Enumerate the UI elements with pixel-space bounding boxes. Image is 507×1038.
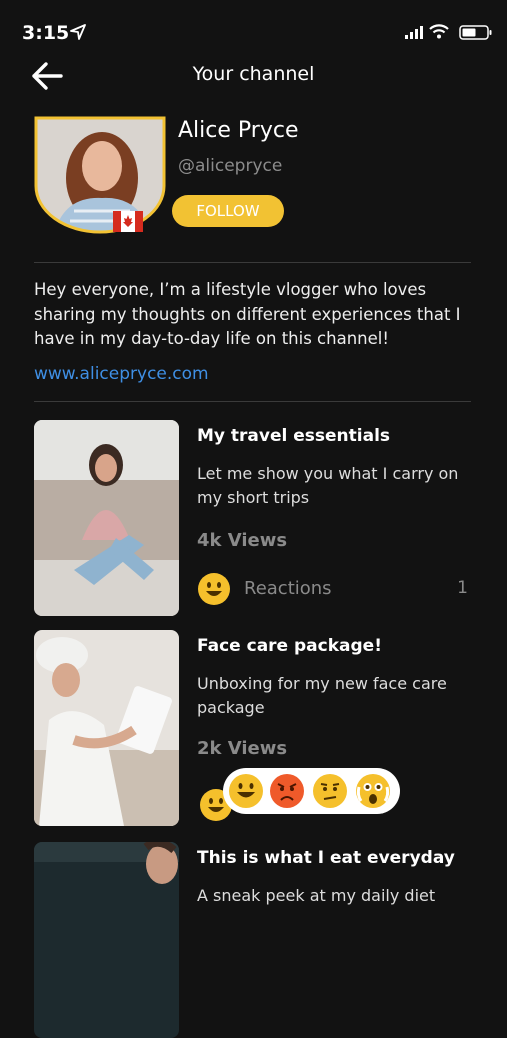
angry-emoji-icon[interactable] bbox=[269, 773, 305, 809]
video-description: Unboxing for my new face care package bbox=[197, 674, 447, 717]
divider bbox=[34, 262, 471, 263]
video-description: Let me show you what I carry on my short… bbox=[197, 464, 459, 507]
video-card[interactable]: My travel essentials Let me show you wha… bbox=[34, 420, 474, 616]
status-bar: 3:15 bbox=[0, 0, 507, 60]
website-link[interactable]: www.alicepryce.com bbox=[34, 364, 209, 384]
shocked-emoji-icon[interactable] bbox=[355, 773, 391, 809]
reactions-label[interactable]: Reactions bbox=[244, 578, 332, 599]
location-arrow-icon bbox=[70, 24, 86, 40]
divider bbox=[34, 401, 471, 402]
page-title: Your channel bbox=[192, 63, 315, 85]
confused-emoji-icon[interactable] bbox=[312, 773, 348, 809]
follow-button[interactable]: FOLLOW bbox=[172, 195, 284, 227]
video-thumbnail[interactable] bbox=[34, 842, 179, 1038]
smile-emoji-icon[interactable] bbox=[197, 572, 231, 606]
profile-name: Alice Pryce bbox=[178, 118, 299, 143]
video-thumbnail[interactable] bbox=[34, 630, 179, 826]
video-thumbnail[interactable] bbox=[34, 420, 179, 616]
status-time: 3:15 bbox=[22, 22, 70, 44]
reactions-count: 1 bbox=[457, 578, 468, 598]
profile-handle: @alicepryce bbox=[178, 156, 283, 176]
avatar[interactable] bbox=[34, 116, 166, 234]
battery-icon bbox=[459, 25, 492, 40]
video-title[interactable]: My travel essentials bbox=[197, 426, 390, 446]
wifi-icon bbox=[429, 24, 449, 39]
video-views: 2k Views bbox=[197, 738, 288, 759]
video-card[interactable]: This is what I eat everyday A sneak peek… bbox=[34, 842, 474, 1038]
video-views: 4k Views bbox=[197, 530, 288, 551]
video-description: A sneak peek at my daily diet bbox=[197, 886, 436, 905]
cellular-signal-icon bbox=[405, 26, 423, 39]
reaction-picker bbox=[223, 768, 400, 814]
top-nav: Your channel bbox=[0, 55, 507, 99]
bio-text: Hey everyone, I’m a lifestyle vlogger wh… bbox=[34, 280, 461, 348]
canada-flag-icon bbox=[113, 211, 143, 232]
video-title[interactable]: This is what I eat everyday bbox=[197, 848, 455, 868]
video-title[interactable]: Face care package! bbox=[197, 636, 382, 656]
laugh-emoji-icon[interactable] bbox=[228, 773, 264, 809]
